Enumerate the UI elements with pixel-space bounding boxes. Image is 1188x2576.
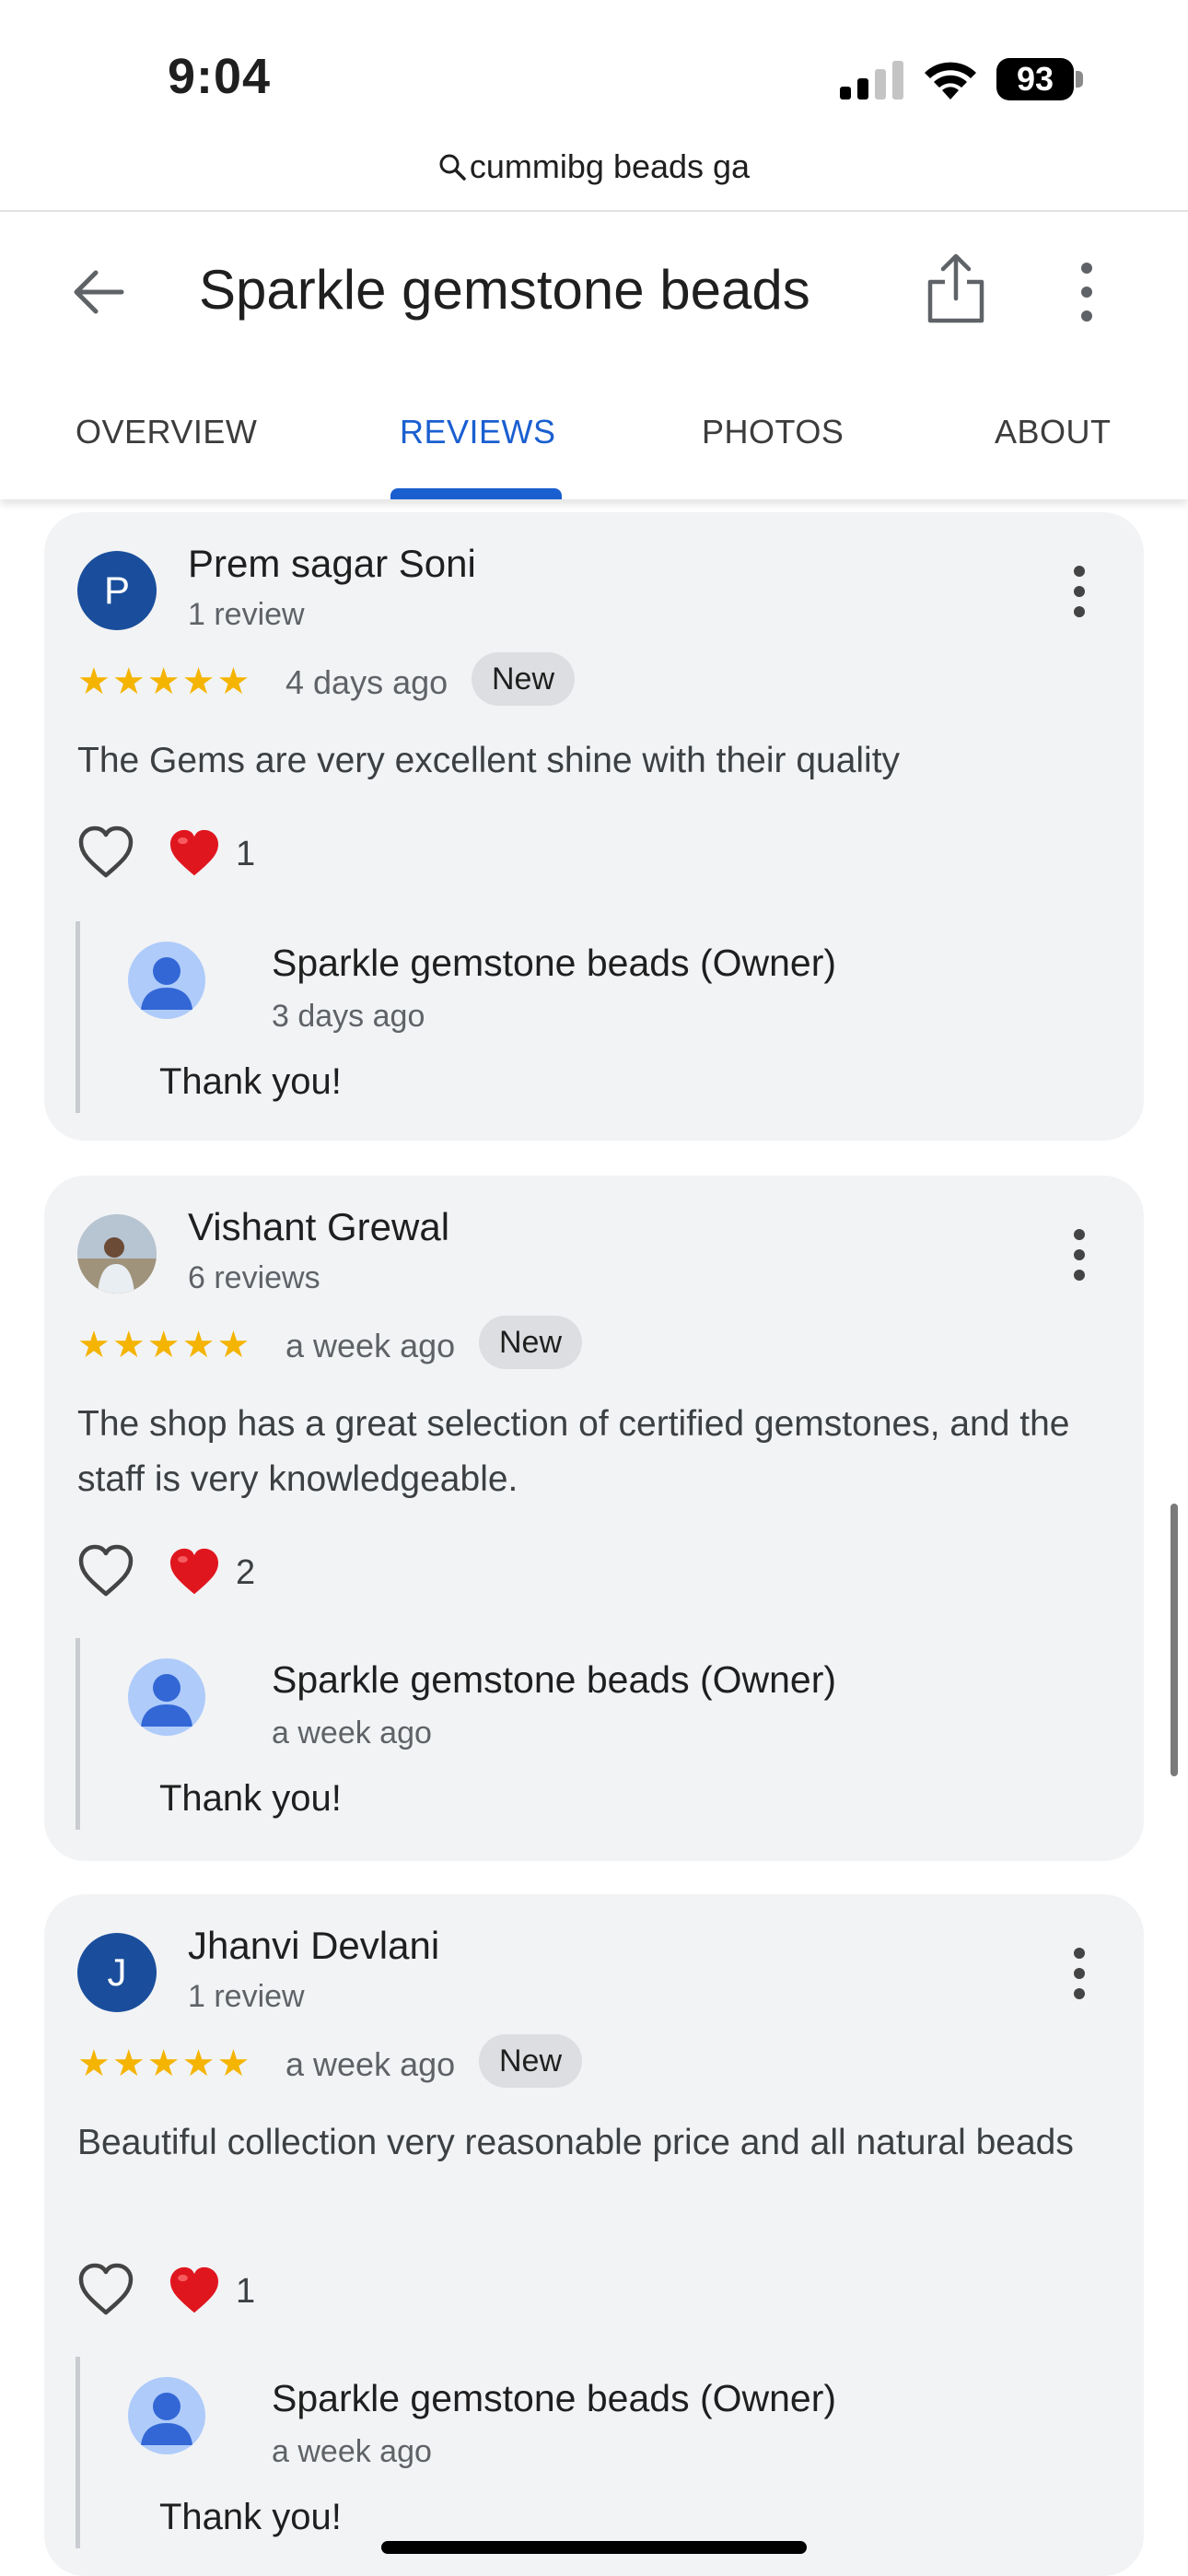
avatar[interactable]: J: [77, 1933, 157, 2012]
heart-outline-icon[interactable]: [77, 1544, 134, 1598]
tab-reviews[interactable]: REVIEWS: [400, 413, 556, 451]
heart-outline-icon[interactable]: [77, 2263, 134, 2316]
home-indicator[interactable]: [381, 2541, 807, 2554]
owner-reply-text: Thank you!: [159, 2497, 342, 2537]
tab-bar: OVERVIEW REVIEWS PHOTOS ABOUT: [0, 369, 1188, 499]
battery-level: 93: [996, 58, 1074, 100]
battery-icon: 93: [996, 58, 1083, 100]
new-badge: New: [472, 652, 576, 706]
more-options-icon[interactable]: [1068, 1227, 1090, 1282]
star-rating: ★★★★★: [77, 2043, 252, 2084]
page-title: Sparkle gemstone beads: [199, 259, 810, 321]
status-time: 9:04: [168, 49, 272, 104]
owner-avatar: [128, 942, 205, 1019]
avatar[interactable]: [77, 1214, 157, 1294]
reviewer-name[interactable]: Vishant Grewal: [188, 1205, 449, 1249]
reviewer-name[interactable]: Jhanvi Devlani: [188, 1924, 439, 1968]
review-card: P Prem sagar Soni 1 review ★★★★★ 4 days …: [44, 512, 1144, 1141]
heart-outline-icon[interactable]: [77, 825, 134, 879]
owner-reply: Sparkle gemstone beads (Owner) 3 days ag…: [76, 921, 1112, 1113]
owner-reply: Sparkle gemstone beads (Owner) a week ag…: [76, 2357, 1112, 2548]
more-options-icon[interactable]: [1068, 564, 1090, 619]
status-bar: 9:04 93: [0, 0, 1188, 147]
avatar[interactable]: P: [77, 551, 157, 630]
review-date: a week ago: [285, 2045, 456, 2083]
new-badge: New: [479, 1316, 583, 1369]
owner-reply-date: a week ago: [272, 2434, 432, 2469]
review-date: 4 days ago: [285, 663, 448, 701]
like-count: 2: [236, 1553, 256, 1592]
review-text: The Gems are very excellent shine with t…: [77, 741, 901, 780]
app-header: Sparkle gemstone beads: [0, 210, 1188, 371]
cellular-signal-icon: [840, 61, 903, 100]
review-text: The shop has a great selection of certif…: [77, 1404, 1070, 1499]
more-options-icon[interactable]: [1070, 260, 1103, 324]
person-icon: [141, 957, 192, 1010]
review-card: Vishant Grewal 6 reviews ★★★★★ a week ag…: [44, 1176, 1144, 1861]
url-text: cummibg beads ga: [469, 147, 751, 185]
review-text: Beautiful collection very reasonable pri…: [77, 2123, 1074, 2162]
more-options-icon[interactable]: [1068, 1946, 1090, 2001]
like-count: 1: [236, 835, 256, 873]
profile-photo-icon: [77, 1214, 157, 1294]
active-tab-indicator: [390, 488, 562, 499]
review-date: a week ago: [285, 1327, 456, 1364]
owner-name: Sparkle gemstone beads (Owner): [272, 1658, 837, 1701]
scrollbar[interactable]: [1171, 1504, 1178, 1776]
person-icon: [141, 2393, 192, 2445]
search-icon: [439, 154, 466, 181]
owner-reply-date: a week ago: [272, 1715, 432, 1751]
like-count: 1: [236, 2272, 256, 2311]
person-icon: [141, 1674, 192, 1727]
owner-avatar: [128, 1658, 205, 1736]
owner-name: Sparkle gemstone beads (Owner): [272, 942, 837, 984]
owner-avatar: [128, 2377, 205, 2454]
tab-photos[interactable]: PHOTOS: [702, 413, 844, 451]
review-card: J Jhanvi Devlani 1 review ★★★★★ a week a…: [44, 1894, 1144, 2576]
reviewer-review-count: 6 reviews: [188, 1260, 320, 1295]
reviewer-review-count: 1 review: [188, 1979, 305, 2014]
red-heart-icon: [170, 1548, 218, 1595]
share-icon[interactable]: [925, 251, 987, 324]
back-arrow-icon[interactable]: [66, 260, 131, 324]
reviewer-name[interactable]: Prem sagar Soni: [188, 542, 476, 586]
url-bar[interactable]: cummibg beads ga: [0, 147, 1188, 193]
wifi-icon: [925, 62, 976, 100]
tab-about[interactable]: ABOUT: [995, 413, 1112, 451]
owner-reply-text: Thank you!: [159, 1061, 342, 1102]
owner-name: Sparkle gemstone beads (Owner): [272, 2377, 837, 2419]
red-heart-icon: [170, 2266, 218, 2313]
battery-tip: [1076, 71, 1083, 88]
new-badge: New: [479, 2034, 583, 2088]
owner-reply: Sparkle gemstone beads (Owner) a week ag…: [76, 1638, 1112, 1830]
star-rating: ★★★★★: [77, 1325, 252, 1365]
owner-reply-text: Thank you!: [159, 1778, 342, 1819]
star-rating: ★★★★★: [77, 662, 252, 702]
tab-overview[interactable]: OVERVIEW: [76, 413, 257, 451]
red-heart-icon: [170, 829, 218, 876]
owner-reply-date: 3 days ago: [272, 999, 425, 1034]
reviewer-review-count: 1 review: [188, 597, 305, 632]
